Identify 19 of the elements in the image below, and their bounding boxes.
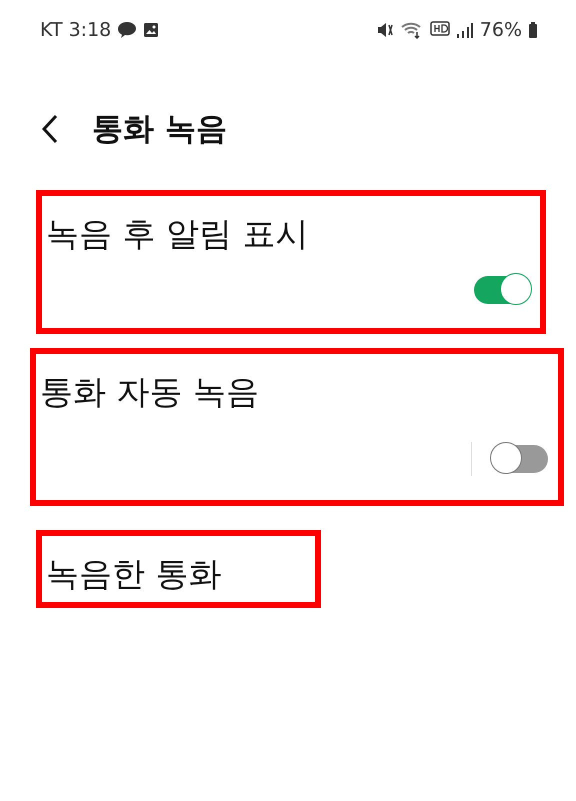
chat-bubble-icon <box>117 21 138 39</box>
settings-item[interactable]: 녹음한 통화 <box>36 530 321 608</box>
mute-icon <box>376 21 394 39</box>
battery-percent: 76% <box>480 19 522 41</box>
carrier: KT <box>40 19 63 41</box>
back-icon[interactable] <box>42 114 58 144</box>
battery-icon <box>528 21 538 39</box>
clock: 3:18 <box>68 19 112 41</box>
toggle-switch[interactable] <box>474 276 530 304</box>
toggle-switch[interactable] <box>492 445 548 473</box>
signal-icon <box>456 21 474 39</box>
image-icon <box>143 22 160 38</box>
page-title: 통화 녹음 <box>92 110 227 149</box>
setting-label: 통화 자동 녹음 <box>39 371 260 413</box>
settings-item[interactable]: 통화 자동 녹음 <box>30 348 564 506</box>
settings-item[interactable]: 녹음 후 알림 표시 <box>36 190 546 334</box>
hd-icon <box>430 21 450 39</box>
setting-label: 녹음 후 알림 표시 <box>45 213 310 255</box>
setting-label: 녹음한 통화 <box>45 553 222 595</box>
